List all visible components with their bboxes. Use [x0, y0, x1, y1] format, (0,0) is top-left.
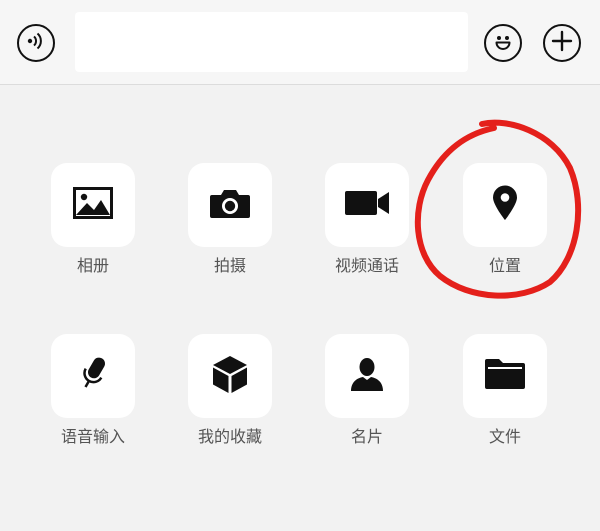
plus-icon: [550, 29, 574, 57]
tile-photo-album[interactable]: 相册: [51, 163, 135, 277]
microphone-icon: [76, 354, 110, 398]
tile-location[interactable]: 位置: [463, 163, 547, 277]
folder-icon: [484, 358, 526, 394]
emoji-button[interactable]: [484, 24, 522, 62]
tile-video-call[interactable]: 视频通话: [325, 163, 409, 277]
tile-label: 文件: [488, 427, 521, 446]
chat-input-bar: [0, 0, 600, 85]
tile-contact-card[interactable]: 名片: [325, 334, 409, 448]
more-functions-button[interactable]: [543, 24, 581, 62]
voice-button[interactable]: [17, 24, 55, 62]
voice-icon: [25, 30, 47, 56]
tile-voice-input[interactable]: 语音输入: [51, 334, 135, 448]
contact-card-icon: [349, 356, 385, 396]
tile-favorites-box[interactable]: [188, 334, 272, 418]
tile-label: 名片: [350, 427, 383, 446]
tile-camera-box[interactable]: [188, 163, 272, 247]
tile-label: 语音输入: [60, 427, 125, 446]
tile-video-call-box[interactable]: [325, 163, 409, 247]
message-input[interactable]: [75, 12, 468, 72]
tile-contact-card-box[interactable]: [325, 334, 409, 418]
tile-label: 我的收藏: [197, 427, 262, 446]
tile-label: 拍摄: [213, 256, 246, 275]
camera-icon: [209, 187, 251, 223]
tile-label: 位置: [488, 256, 521, 275]
tile-label: 相册: [76, 256, 109, 275]
tile-file[interactable]: 文件: [463, 334, 547, 448]
favorites-cube-icon: [211, 354, 249, 398]
tile-label: 视频通话: [334, 256, 399, 275]
tile-camera[interactable]: 拍摄: [188, 163, 272, 277]
tile-photo-album-box[interactable]: [51, 163, 135, 247]
tile-voice-input-box[interactable]: [51, 334, 135, 418]
emoji-icon: [490, 28, 516, 58]
tile-location-box[interactable]: [463, 163, 547, 247]
photo-album-icon: [73, 187, 113, 223]
more-functions-panel: 相册 拍摄 视频通话 位置 语音输入 我的收藏 名片 文件: [0, 85, 600, 531]
video-call-icon: [344, 190, 390, 220]
tile-file-box[interactable]: [463, 334, 547, 418]
location-pin-icon: [492, 185, 518, 225]
tile-favorites[interactable]: 我的收藏: [188, 334, 272, 448]
